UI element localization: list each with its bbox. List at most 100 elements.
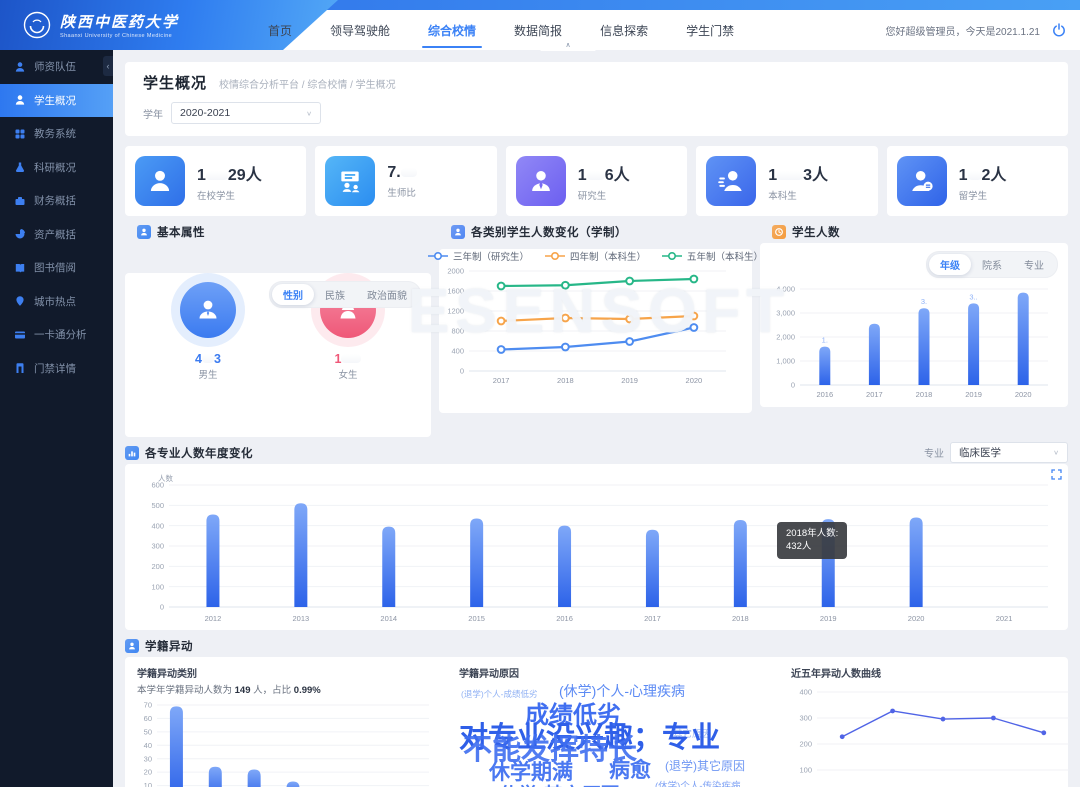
svg-text:2018: 2018 (916, 390, 933, 399)
svg-text:0: 0 (160, 603, 164, 612)
sidebar-item-门禁详情[interactable]: 门禁详情 (0, 352, 113, 386)
change-reason-wordcloud[interactable]: (退学)个人-成绩低劣(休学)个人-心理疾病成绩低劣其它原因对专业没兴趣；专业不… (459, 684, 781, 787)
pie-icon (14, 228, 26, 240)
stat-label: 本科生 (768, 188, 828, 202)
major-select[interactable]: 临床医学 ∨ (950, 442, 1068, 463)
svg-text:200: 200 (151, 562, 164, 571)
sidebar-item-教务系统[interactable]: 教务系统 (0, 117, 113, 151)
svg-text:200: 200 (799, 740, 812, 749)
svg-text:0: 0 (460, 367, 464, 376)
male-count: 43 (195, 352, 221, 366)
sidebar-item-财务概括[interactable]: 财务概括 (0, 184, 113, 218)
wordcloud-term: (休学)个人-心理疾病 (559, 684, 685, 698)
major-trend-icon (125, 446, 139, 460)
main-content: 学生概况 校情综合分析平台 / 综合校情 / 学生概况 学年 2020-2021… (113, 50, 1080, 787)
sidebar-item-学生概况[interactable]: 学生概况 (0, 84, 113, 118)
main-nav: 首页 领导驾驶舱 综合校情 数据简报 信息探索 学生门禁 (268, 10, 734, 50)
sidebar: ‹ 师资队伍学生概况教务系统科研概况财务概括资产概括图书借阅城市热点一卡通分析门… (0, 50, 113, 787)
wordcloud-term: (退学)个人-成绩低劣 (461, 690, 538, 699)
legend-marker-icon (428, 251, 448, 261)
svg-text:1200: 1200 (447, 307, 464, 316)
program-trend-chart[interactable]: 04008001200160020002017201820192020 (439, 263, 734, 387)
logout-button[interactable] (1052, 10, 1066, 50)
sidebar-item-一卡通分析[interactable]: 一卡通分析 (0, 318, 113, 352)
nav-item-领导驾驶舱[interactable]: 领导驾驶舱 (330, 22, 390, 39)
nav-item-信息探索[interactable]: 信息探索 (600, 22, 648, 39)
change-category-chart[interactable]: 010203040506070转专业休学退学继续休学 (137, 699, 437, 787)
tab-性别[interactable]: 性别 (272, 284, 314, 305)
major-trend-chart[interactable]: 0100200300400500600201220132014201520162… (131, 471, 1060, 625)
tab-政治面貌[interactable]: 政治面貌 (356, 284, 418, 305)
basic-attr-icon (137, 225, 151, 239)
sidebar-item-科研概况[interactable]: 科研概况 (0, 151, 113, 185)
tab-院系[interactable]: 院系 (971, 254, 1013, 275)
nav-item-首页[interactable]: 首页 (268, 22, 292, 39)
year-select[interactable]: 2020-2021 ∨ (171, 102, 321, 124)
svg-text:400: 400 (151, 521, 164, 530)
svg-text:2020: 2020 (686, 376, 703, 385)
svg-text:300: 300 (151, 542, 164, 551)
sidebar-item-图书借阅[interactable]: 图书借阅 (0, 251, 113, 285)
fullscreen-button[interactable] (1051, 467, 1062, 485)
stat-card-研究生: 16人研究生 (506, 146, 687, 216)
svg-text:40: 40 (144, 741, 152, 750)
change-reason-panel: 学籍异动原因 (退学)个人-成绩低劣(休学)个人-心理疾病成绩低劣其它原因对专业… (459, 665, 781, 787)
male-figure: 43 男生 (171, 273, 245, 381)
change-curve-chart[interactable]: 010020030040020162017201820192020 (791, 684, 1080, 787)
sidebar-item-城市热点[interactable]: 城市热点 (0, 285, 113, 319)
major-trend-header: 各专业人数年度变化 专业 临床医学 ∨ (125, 445, 1068, 460)
svg-text:400: 400 (451, 347, 464, 356)
svg-text:2,000: 2,000 (776, 333, 795, 342)
nav-item-数据简报[interactable]: 数据简报 (514, 22, 562, 39)
svg-text:2012: 2012 (205, 614, 222, 623)
svg-text:100: 100 (151, 582, 164, 591)
stat-label: 研究生 (578, 188, 630, 202)
user-greeting: 您好超级管理员，今天是2021.1.21 (886, 10, 1041, 50)
svg-text:2000: 2000 (447, 267, 464, 276)
tab-年级[interactable]: 年级 (929, 254, 971, 275)
stat-card-在校学生: 129人在校学生 (125, 146, 306, 216)
legend-item-五年制（本科生）[interactable]: 五年制（本科生） (662, 249, 763, 263)
svg-text:1.: 1. (822, 336, 828, 345)
major-trend-title: 各专业人数年度变化 (145, 445, 253, 461)
svg-text:2020: 2020 (1015, 390, 1032, 399)
change-category-title: 学籍异动类别 (137, 665, 449, 680)
svg-text:400: 400 (799, 688, 812, 697)
legend-item-三年制（研究生）[interactable]: 三年制（研究生） (428, 249, 529, 263)
major-trend-card: 0100200300400500600201220132014201520162… (125, 464, 1068, 630)
svg-text:50: 50 (144, 727, 152, 736)
tab-专业[interactable]: 专业 (1013, 254, 1055, 275)
female-count: 1 (335, 352, 362, 366)
program-trend-title: 各类别学生人数变化（学制） (471, 224, 627, 240)
stat-value: 16人 (578, 161, 630, 185)
door-icon (14, 362, 26, 374)
student-count-title: 学生人数 (792, 224, 840, 240)
nav-item-综合校情[interactable]: 综合校情 (428, 22, 476, 39)
sidebar-item-资产概括[interactable]: 资产概括 (0, 218, 113, 252)
chevron-down-icon: ∨ (1053, 449, 1059, 456)
program-trend-column: 各类别学生人数变化（学制） 三年制（研究生）四年制（本科生）五年制（本科生） 0… (439, 216, 752, 437)
svg-text:10: 10 (144, 781, 152, 787)
legend-item-四年制（本科生）[interactable]: 四年制（本科生） (545, 249, 646, 263)
student-count-column: 学生人数 年级院系专业 01,0002,0003,0004,00020161.2… (760, 216, 1068, 437)
sidebar-item-师资队伍[interactable]: 师资队伍 (0, 50, 113, 84)
svg-text:2018: 2018 (557, 376, 574, 385)
svg-text:60: 60 (144, 714, 152, 723)
chevron-down-icon: ∨ (306, 109, 312, 116)
student-count-chart[interactable]: 01,0002,0003,0004,00020161.201720183.201… (766, 275, 1058, 401)
stat-value: 7. (387, 164, 416, 182)
nav-item-学生门禁[interactable]: 学生门禁 (686, 22, 734, 39)
tab-民族[interactable]: 民族 (314, 284, 356, 305)
svg-text:2017: 2017 (866, 390, 883, 399)
pin-icon (14, 295, 26, 307)
flask-icon (14, 161, 26, 173)
legend-marker-icon (662, 251, 682, 261)
page-title: 学生概况 (143, 72, 207, 93)
program-trend-card: 三年制（研究生）四年制（本科生）五年制（本科生） 040080012001600… (439, 249, 752, 413)
svg-text:2018: 2018 (732, 614, 749, 623)
sidebar-collapse-button[interactable]: ‹ (103, 56, 113, 76)
student-count-tabs: 年级院系专业 (926, 251, 1058, 278)
svg-text:2016: 2016 (816, 390, 833, 399)
svg-text:2020: 2020 (908, 614, 925, 623)
svg-text:30: 30 (144, 754, 152, 763)
